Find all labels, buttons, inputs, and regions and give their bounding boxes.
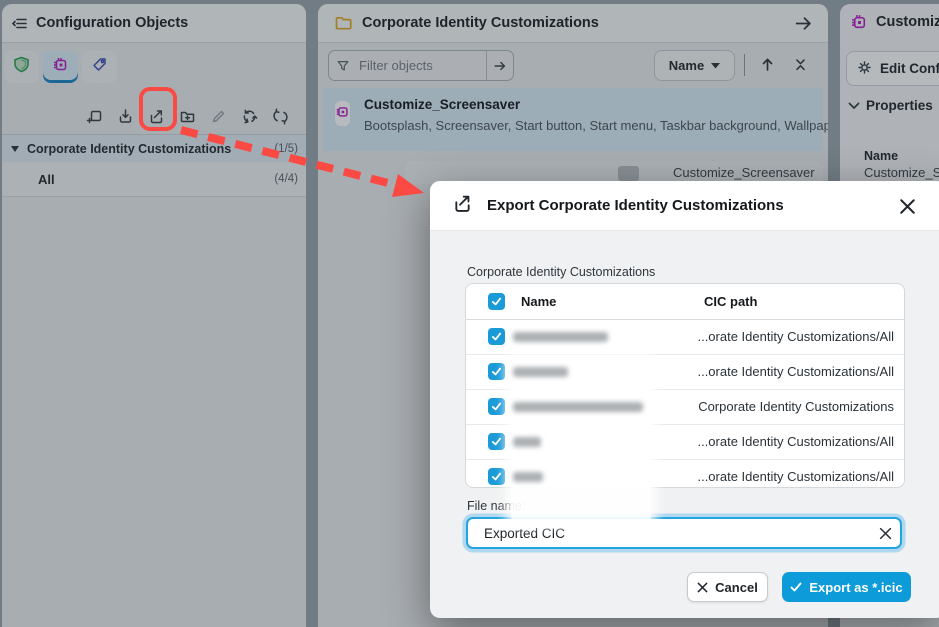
cancel-label: Cancel	[715, 580, 758, 595]
export-as-icic-button[interactable]: Export as *.icic	[782, 572, 911, 602]
column-header-cic-path[interactable]: CIC path	[704, 294, 757, 309]
x-icon	[697, 582, 708, 593]
export-icon	[452, 193, 473, 219]
file-name-field	[466, 517, 902, 549]
export-dialog-header: Export Corporate Identity Customizations	[430, 181, 939, 231]
cic-path-cell: ...orate Identity Customizations/All	[697, 364, 894, 379]
redacted-name	[513, 437, 541, 447]
row-checkbox[interactable]	[488, 433, 505, 450]
cic-path-cell: Corporate Identity Customizations	[698, 399, 894, 414]
file-name-input[interactable]	[468, 525, 870, 542]
redacted-name	[513, 367, 568, 377]
table-row[interactable]: ...orate Identity Customizations/All	[466, 320, 904, 354]
redacted-name	[513, 402, 643, 412]
table-header-row: Name CIC path	[466, 284, 904, 320]
cic-path-cell: ...orate Identity Customizations/All	[697, 329, 894, 344]
export-dialog: Export Corporate Identity Customizations…	[430, 181, 939, 618]
redacted-name	[513, 332, 608, 342]
export-dialog-title: Export Corporate Identity Customizations	[487, 197, 784, 214]
highlight-rectangle	[139, 87, 177, 131]
cancel-button[interactable]: Cancel	[687, 572, 768, 602]
row-checkbox[interactable]	[488, 398, 505, 415]
cic-path-cell: ...orate Identity Customizations/All	[697, 469, 894, 484]
check-icon	[790, 581, 802, 593]
export-list-label: Corporate Identity Customizations	[467, 265, 655, 279]
column-header-name[interactable]: Name	[521, 294, 556, 309]
close-icon[interactable]	[898, 197, 916, 215]
clear-input-icon[interactable]	[870, 519, 900, 547]
cic-path-cell: ...orate Identity Customizations/All	[697, 434, 894, 449]
redacted-name	[513, 472, 543, 482]
table-rows: ...orate Identity Customizations/All ...…	[466, 320, 904, 494]
app-screen: Configuration Objects	[0, 0, 939, 627]
row-checkbox[interactable]	[488, 468, 505, 485]
row-checkbox[interactable]	[488, 363, 505, 380]
select-all-checkbox[interactable]	[488, 293, 505, 310]
export-objects-table: Name CIC path ...orate Identity Customiz…	[465, 283, 905, 488]
export-label: Export as *.icic	[809, 580, 902, 595]
row-checkbox[interactable]	[488, 328, 505, 345]
